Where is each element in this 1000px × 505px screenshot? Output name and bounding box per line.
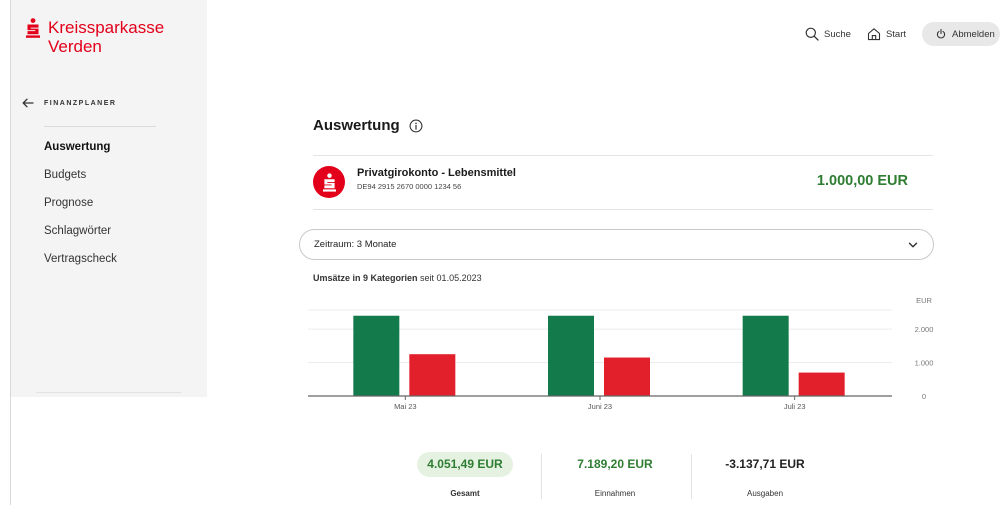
kpi-einnahmen-value: 7.189,20 EUR (577, 457, 653, 471)
info-icon[interactable] (409, 119, 423, 133)
kpi-gesamt[interactable]: 4.051,49 EUR Gesamt (395, 452, 535, 498)
brand-logo[interactable]: Kreissparkasse Verden (26, 18, 164, 56)
kpi-divider (541, 454, 542, 499)
sparkasse-s-icon (322, 172, 336, 192)
bar-expense (604, 357, 650, 396)
chart-heading-suffix: seit 01.05.2023 (420, 273, 482, 283)
sidebar-section-divider (44, 126, 156, 127)
bar-chart: EUR 2.000 1.000 0 Mai 23 Juni 23 Juli 23 (308, 296, 934, 411)
x-tick-label: Juli 23 (784, 402, 806, 411)
period-label: Zeitraum: (314, 239, 355, 250)
chart-heading: Umsätze in 9 Kategorien seit 01.05.2023 (313, 273, 482, 283)
kpi-summary: 4.051,49 EUR Gesamt 7.189,20 EUR Einnahm… (400, 452, 840, 505)
x-tick-label: Juni 23 (588, 402, 612, 411)
sidebar-item-prognose[interactable]: Prognose (44, 192, 117, 220)
kpi-ausgaben[interactable]: -3.137,71 EUR Ausgaben (695, 452, 835, 498)
back-label: FINANZPLANER (44, 99, 117, 107)
kpi-gesamt-value: 4.051,49 EUR (417, 452, 513, 477)
period-value: 3 Monate (356, 239, 397, 250)
sidebar-item-auswertung[interactable]: Auswertung (44, 136, 117, 164)
start-label: Start (885, 28, 906, 40)
chart-heading-prefix: Umsätze in 9 Kategorien (313, 273, 418, 283)
bar-expense (409, 354, 456, 396)
divider (313, 155, 933, 156)
divider (313, 209, 933, 210)
kpi-ausgaben-value: -3.137,71 EUR (725, 457, 805, 471)
search-label: Suche (824, 28, 851, 40)
kpi-ausgaben-label: Ausgaben (746, 489, 784, 498)
logout-label: Abmelden (952, 28, 995, 40)
logout-button[interactable]: Abmelden (922, 22, 1000, 46)
y-tick-label: 0 (922, 392, 926, 401)
sidebar-nav: Auswertung Budgets Prognose Schlagwörter… (44, 136, 117, 276)
y-tick-label: 1.000 (915, 359, 934, 368)
back-to-finanzplaner[interactable]: FINANZPLANER (22, 98, 116, 108)
brand-name: Kreissparkasse Verden (48, 18, 164, 56)
period-select[interactable]: Zeitraum: 3 Monate (299, 229, 934, 260)
power-icon (936, 29, 946, 39)
sidebar-item-vertragscheck[interactable]: Vertragscheck (44, 248, 117, 276)
home-icon (867, 28, 880, 41)
start-link[interactable]: Start (867, 27, 906, 41)
sidebar-item-schlagwoerter[interactable]: Schlagwörter (44, 220, 117, 248)
sparkasse-s-icon (26, 18, 40, 38)
bar-income (353, 315, 400, 396)
kpi-einnahmen[interactable]: 7.189,20 EUR Einnahmen (545, 452, 685, 498)
bar-expense (798, 372, 845, 396)
sidebar-divider (36, 392, 181, 393)
account-iban: DE94 2915 2670 0000 1234 56 (357, 182, 462, 191)
x-tick-label: Mai 23 (394, 402, 417, 411)
arrow-left-icon (22, 98, 34, 108)
page-title-row: Auswertung (313, 117, 423, 134)
chevron-down-icon (908, 242, 918, 248)
search-icon (805, 27, 819, 41)
account-logo (313, 166, 345, 198)
kpi-gesamt-label: Gesamt (450, 489, 480, 498)
kpi-einnahmen-label: Einnahmen (594, 489, 636, 498)
bar-income (742, 315, 789, 396)
bar-income (548, 315, 594, 396)
account-name: Privatgirokonto - Lebensmittel (357, 167, 516, 179)
brand-name-line1: Kreissparkasse (48, 18, 165, 37)
kpi-divider (691, 454, 692, 499)
y-axis-unit: EUR (916, 296, 932, 305)
y-tick-label: 2.000 (915, 325, 934, 334)
account-balance: 1.000,00 EUR (816, 173, 908, 189)
brand-name-line2: Verden (48, 37, 102, 56)
top-bar: Suche Start Abmelden (805, 22, 1000, 46)
page-title: Auswertung (313, 117, 400, 134)
search-link[interactable]: Suche (805, 27, 851, 41)
sidebar-item-budgets[interactable]: Budgets (44, 164, 117, 192)
